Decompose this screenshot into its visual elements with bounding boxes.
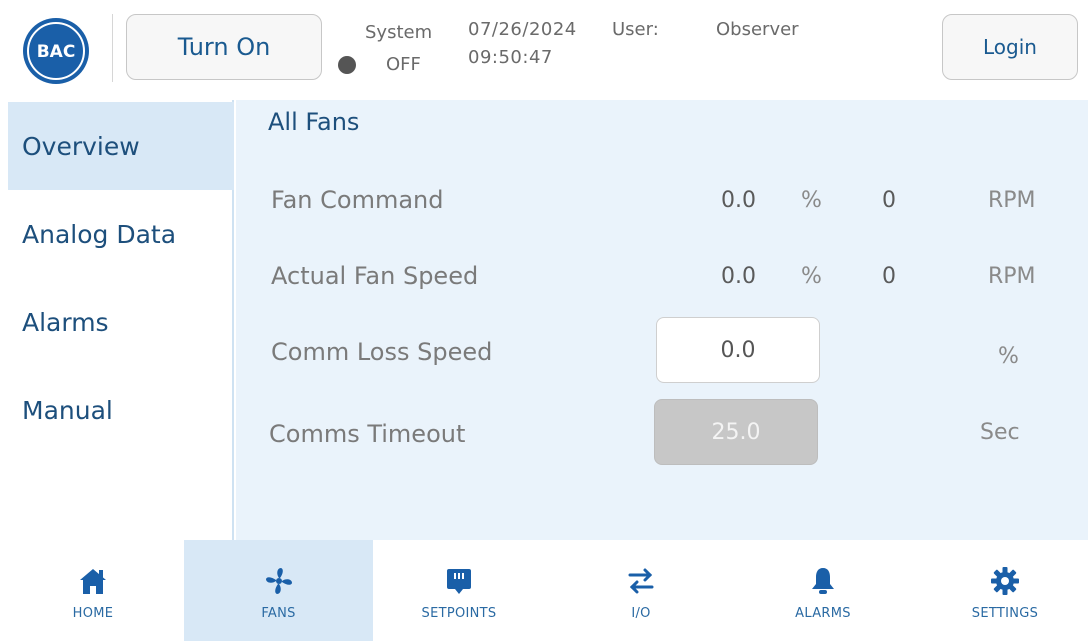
- comm-loss-speed-label: Comm Loss Speed: [271, 338, 493, 366]
- user-name: Observer: [716, 19, 799, 40]
- sidebar: Overview Analog Data Alarms Manual: [0, 100, 234, 540]
- actual-fan-speed-rpm: 0: [882, 264, 896, 289]
- sidebar-item-manual[interactable]: Manual: [8, 366, 234, 454]
- fan-command-percent: 0.0: [721, 188, 756, 213]
- nav-home[interactable]: HOME: [2, 540, 184, 641]
- fan-command-rpm-unit: RPM: [988, 188, 1036, 213]
- system-status-indicator: [338, 56, 356, 74]
- comm-loss-speed-unit: %: [998, 344, 1019, 369]
- actual-fan-speed-rpm-unit: RPM: [988, 264, 1036, 289]
- fan-command-rpm: 0: [882, 188, 896, 213]
- user-label: User:: [612, 19, 659, 40]
- fan-icon: [265, 568, 292, 594]
- nav-io-label: I/O: [631, 606, 651, 621]
- nav-alarms[interactable]: ALARMS: [732, 540, 914, 641]
- actual-fan-speed-percent: 0.0: [721, 264, 756, 289]
- setpoints-icon: [447, 569, 471, 594]
- nav-setpoints[interactable]: SETPOINTS: [368, 540, 550, 641]
- comms-timeout-unit: Sec: [980, 420, 1020, 445]
- nav-setpoints-label: SETPOINTS: [421, 606, 497, 621]
- nav-io[interactable]: I/O: [550, 540, 732, 641]
- time-display: 09:50:47: [468, 47, 553, 68]
- gear-icon: [991, 567, 1019, 595]
- comm-loss-speed-input[interactable]: 0.0: [656, 317, 820, 383]
- main-panel: All Fans Fan Command 0.0 % 0 RPM Actual …: [236, 100, 1088, 540]
- nav-home-label: HOME: [72, 606, 114, 621]
- date-display: 07/26/2024: [468, 19, 577, 40]
- system-state: OFF: [386, 54, 421, 75]
- sidebar-item-alarms[interactable]: Alarms: [8, 278, 234, 366]
- login-button[interactable]: Login: [942, 14, 1078, 80]
- comms-timeout-field: 25.0: [654, 399, 818, 465]
- io-icon: [628, 568, 654, 594]
- sidebar-item-overview[interactable]: Overview: [8, 102, 234, 190]
- comms-timeout-label: Comms Timeout: [269, 420, 466, 448]
- nav-settings-label: SETTINGS: [971, 606, 1039, 621]
- bell-icon: [812, 568, 834, 594]
- fan-command-percent-unit: %: [801, 188, 822, 213]
- bottom-nav: HOME FANS SETPOINTS I/O ALARMS SETTINGS: [0, 540, 1088, 641]
- fan-command-label: Fan Command: [271, 186, 444, 214]
- nav-settings[interactable]: SETTINGS: [914, 540, 1088, 641]
- system-label: System: [365, 22, 433, 43]
- header-divider: [112, 14, 113, 82]
- nav-fans-label: FANS: [261, 606, 296, 621]
- bac-logo: BAC: [23, 18, 89, 84]
- sidebar-item-analog-data[interactable]: Analog Data: [8, 190, 234, 278]
- actual-fan-speed-label: Actual Fan Speed: [271, 262, 479, 290]
- turn-on-button[interactable]: Turn On: [126, 14, 322, 80]
- svg-text:BAC: BAC: [37, 42, 76, 62]
- nav-alarms-label: ALARMS: [795, 606, 851, 621]
- page-title: All Fans: [268, 108, 360, 136]
- actual-fan-speed-percent-unit: %: [801, 264, 822, 289]
- home-icon: [80, 569, 106, 594]
- nav-fans[interactable]: FANS: [184, 540, 373, 641]
- header-bar: BAC Turn On System OFF 07/26/2024 09:50:…: [0, 0, 1088, 100]
